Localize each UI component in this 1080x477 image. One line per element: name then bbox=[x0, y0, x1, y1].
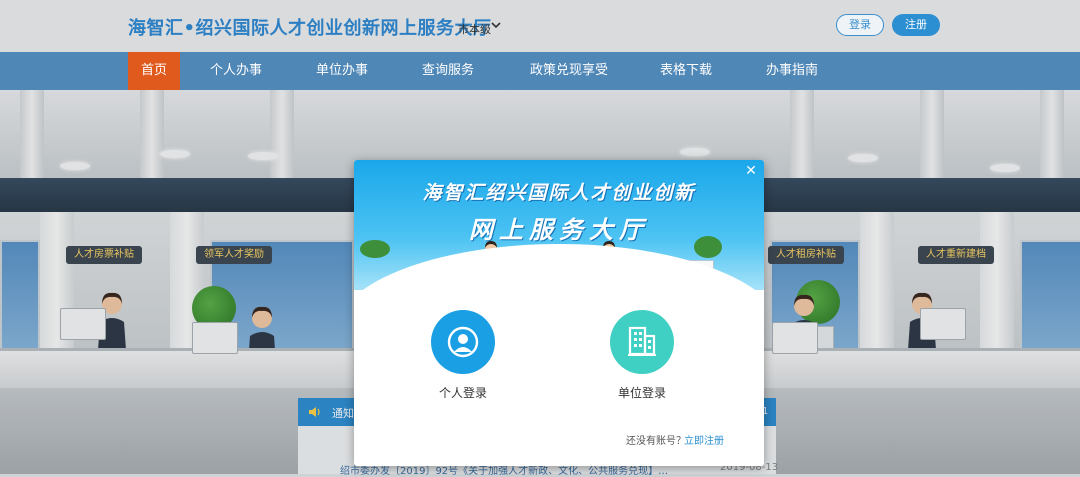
company-login-label[interactable]: 单位登录 bbox=[592, 384, 692, 401]
chevron-down-icon[interactable] bbox=[490, 20, 502, 30]
main-nav: 首页 个人办事 单位办事 查询服务 政策兑现享受 表格下载 办事指南 bbox=[0, 52, 1080, 90]
close-icon[interactable]: ✕ bbox=[744, 164, 758, 178]
mini-plant bbox=[694, 236, 722, 258]
nav-item-query[interactable]: 查询服务 bbox=[410, 52, 486, 90]
nav-item-home[interactable]: 首页 bbox=[128, 52, 180, 90]
no-account-text: 还没有账号？ bbox=[626, 436, 686, 447]
company-login-button[interactable] bbox=[610, 310, 674, 374]
login-button[interactable]: 登录 bbox=[836, 14, 884, 36]
personal-login-label[interactable]: 个人登录 bbox=[413, 384, 513, 401]
nav-item-policy[interactable]: 政策兑现享受 bbox=[522, 52, 616, 90]
site-title[interactable]: 海智汇•绍兴国际人才创业创新网上服务大厅 bbox=[128, 14, 492, 40]
level-selector[interactable]: 市本级 bbox=[458, 21, 491, 37]
user-icon bbox=[447, 326, 479, 358]
nav-item-guide[interactable]: 办事指南 bbox=[754, 52, 830, 90]
login-modal: 海智汇绍兴国际人才创业创新 网上服务大厅 ✕ 个人登录 单位登录 还没有账号？ … bbox=[354, 160, 764, 466]
nav-item-personal[interactable]: 个人办事 bbox=[198, 52, 274, 90]
nav-item-forms[interactable]: 表格下载 bbox=[648, 52, 724, 90]
register-now-link[interactable]: 立即注册 bbox=[684, 432, 724, 447]
mini-plant bbox=[360, 240, 390, 258]
personal-login-button[interactable] bbox=[431, 310, 495, 374]
register-button[interactable]: 注册 bbox=[892, 14, 940, 36]
building-icon bbox=[628, 326, 656, 356]
banner-title-line1: 海智汇绍兴国际人才创业创新 bbox=[422, 182, 696, 204]
top-header: 海智汇•绍兴国际人才创业创新网上服务大厅 市本级 登录 注册 bbox=[0, 0, 1080, 52]
nav-item-company[interactable]: 单位办事 bbox=[304, 52, 380, 90]
